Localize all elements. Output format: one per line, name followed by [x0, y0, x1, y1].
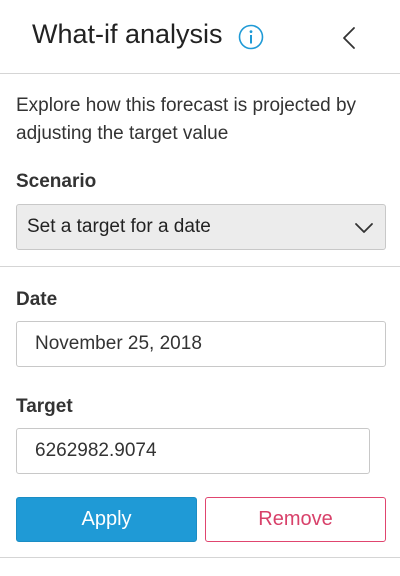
remove-button[interactable]: Remove [205, 497, 386, 542]
target-label: Target [16, 396, 73, 417]
collapse-panel-button[interactable] [335, 22, 365, 54]
target-input[interactable] [16, 428, 370, 474]
scenario-label: Scenario [16, 171, 97, 192]
footer-divider [0, 557, 400, 558]
panel-title: What-if analysis [32, 19, 223, 49]
section-divider [0, 266, 400, 267]
date-input[interactable] [16, 321, 386, 367]
info-icon[interactable] [238, 24, 264, 50]
chevron-down-icon [353, 217, 375, 239]
panel-description: Explore how this forecast is projected b… [16, 95, 357, 144]
chevron-left-icon [343, 27, 355, 49]
date-label: Date [16, 289, 58, 310]
panel-header: What-if analysis [0, 0, 400, 74]
apply-button[interactable]: Apply [16, 497, 197, 542]
what-if-analysis-panel: What-if analysis Explore how this foreca… [0, 0, 400, 576]
scenario-selected-value: Set a target for a date [27, 216, 211, 237]
scenario-select[interactable]: Set a target for a date [16, 204, 386, 250]
